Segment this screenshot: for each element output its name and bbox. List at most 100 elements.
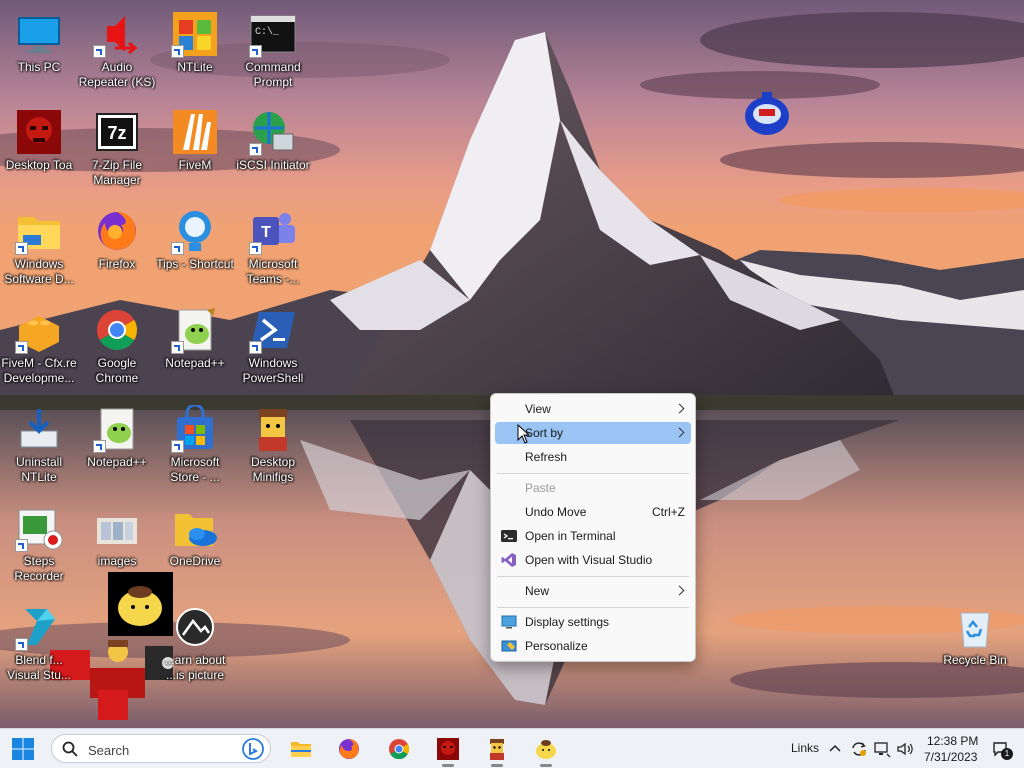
menu-item-paste[interactable]: Paste [495,477,691,499]
menu-item-open-in-terminal[interactable]: Open in Terminal [495,525,691,547]
taskbar-file-explorer[interactable] [285,733,317,765]
show-hidden-icons-button[interactable] [826,740,844,758]
taskbar-pompompurin[interactable] [530,733,562,767]
desktop-toy-pod[interactable] [742,88,792,138]
icon-label: Windows Software D... [4,257,74,286]
desktop-icon-command-prompt[interactable]: C:\_ Command Prompt [234,2,312,96]
desktop-icon-desktop-minifigs[interactable]: Desktop Minifigs [234,397,312,491]
command-prompt-glyph: C:\_ [255,26,280,38]
desktop-icon-google-chrome[interactable]: Google Chrome [78,298,156,392]
desktop-icon-microsoft-store[interactable]: Microsoft Store - ... [156,397,234,491]
learn-about-picture-icon [171,603,219,651]
links-toolbar[interactable]: Links [791,741,819,755]
taskbar-desktop-toa[interactable] [432,733,464,767]
menu-item-shortcut: Ctrl+Z [652,505,685,519]
desktop-icon-blend-for-visual-studio[interactable]: Blend f... Visual Stu... [0,595,78,689]
desktop-icon-fivem[interactable]: FiveM [156,100,234,194]
desktop-icon-audio-repeater[interactable]: Audio Repeater (KS) [78,2,156,96]
mouse-cursor-icon [517,424,531,444]
desktop-icon-7zip-file-manager[interactable]: 7z 7-Zip File Manager [78,100,156,194]
icon-label: This PC [17,60,61,74]
clock-button[interactable]: 12:38 PM 7/31/2023 [918,732,984,766]
desktop-icon-ntlite[interactable]: NTLite [156,2,234,96]
steps-recorder-icon [15,504,63,552]
icon-label: Windows PowerShell [242,356,304,385]
menu-item-display-settings[interactable]: Display settings [495,611,691,633]
icon-label: Steps Recorder [14,554,64,583]
clock-date: 7/31/2023 [924,750,978,764]
menu-item-label: View [525,402,551,416]
taskbar-search-box[interactable] [51,734,271,763]
audio-repeater-icon [93,10,141,58]
desktop-icon-learn-about-this-picture[interactable]: ...arn about ...is picture [156,595,234,689]
desktop-icon-notepad-plus-plus-2[interactable]: Notepad++ [78,397,156,491]
icon-label: Tips - Shortcut [156,257,234,271]
shortcut-arrow-icon [249,143,262,156]
menu-item-open-with-visual-studio[interactable]: Open with Visual Studio [495,549,691,571]
menu-item-new[interactable]: New [495,580,691,602]
desktop-icon-notepad-plus-plus[interactable]: Notepad++ [156,298,234,392]
shortcut-arrow-icon [15,242,28,255]
desktop-icon-this-pc[interactable]: This PC [0,2,78,96]
taskbar-desktop-minifigs[interactable] [481,733,513,767]
menu-item-label: Open in Terminal [525,529,616,543]
desktop-icon-tips-shortcut[interactable]: Tips - Shortcut [156,199,234,293]
menu-item-view[interactable]: View [495,398,691,420]
running-indicator [491,764,503,767]
taskbar-chrome[interactable] [383,733,415,765]
network-tray-button[interactable] [873,740,891,758]
bing-icon[interactable] [242,738,264,760]
desktop-toa-icon [437,738,459,760]
command-prompt-icon: C:\_ [249,10,297,58]
minifig-icon [490,739,504,760]
microsoft-store-icon [171,405,219,453]
search-input[interactable] [86,739,240,761]
desktop-icon-desktop-toa[interactable]: Desktop Toa [0,100,78,194]
icon-label: Recycle Bin [943,653,1007,667]
icon-label: Command Prompt [245,60,301,89]
menu-item-label: New [525,584,550,598]
shortcut-arrow-icon [249,45,262,58]
sync-icon [852,742,866,756]
chevron-right-icon [674,427,685,438]
shortcut-arrow-icon [15,341,28,354]
menu-item-undo-move[interactable]: Undo Move Ctrl+Z [495,501,691,523]
iscsi-globe-icon [249,108,297,156]
teams-icon: T [249,207,297,255]
sync-tray-button[interactable] [850,740,868,758]
taskbar-firefox[interactable] [333,733,365,765]
notification-badge: 1 [1001,748,1013,760]
desktop-icon-uninstall-ntlite[interactable]: Uninstall NTLite [0,397,78,491]
icon-label: images [97,554,137,568]
icon-label: OneDrive [169,554,221,568]
terminal-icon [501,530,517,542]
desktop-icon-microsoft-teams[interactable]: T Microsoft Teams -... [234,199,312,293]
desktop-icon-firefox[interactable]: Firefox [78,199,156,293]
icon-label: Uninstall NTLite [15,455,63,484]
notepad-plus-plus-icon [93,405,141,453]
file-explorer-icon [291,742,311,757]
volume-tray-button[interactable] [896,740,914,758]
chrome-icon [93,306,141,354]
icon-label: FiveM - Cfx.re Developme... [1,356,77,385]
start-button[interactable] [7,733,39,765]
display-icon [501,615,517,629]
desktop-icon-fivem-cfx-developer[interactable]: FiveM - Cfx.re Developme... [0,298,78,392]
desktop-icon-windows-software-development[interactable]: Windows Software D... [0,199,78,293]
firefox-icon [93,207,141,255]
menu-item-personalize[interactable]: Personalize [495,635,691,657]
desktop-icon-recycle-bin[interactable]: Recycle Bin [936,595,1014,689]
desktop-icon-iscsi-initiator[interactable]: iSCSI Initiator [234,100,312,194]
desktop-icon-windows-powershell[interactable]: Windows PowerShell [234,298,312,392]
desktop-icon-onedrive[interactable]: OneDrive [156,496,234,590]
firefox-icon [339,739,359,759]
speaker-icon [897,742,913,756]
icon-label: Audio Repeater (KS) [78,60,156,89]
icon-label: FiveM [178,158,212,172]
icon-label: NTLite [177,60,213,74]
menu-item-refresh[interactable]: Refresh [495,446,691,468]
desktop-icon-images[interactable]: images [78,496,156,590]
desktop-icon-steps-recorder[interactable]: Steps Recorder [0,496,78,590]
onedrive-folder-icon [171,504,219,552]
notification-center-button[interactable]: 1 [992,740,1013,760]
